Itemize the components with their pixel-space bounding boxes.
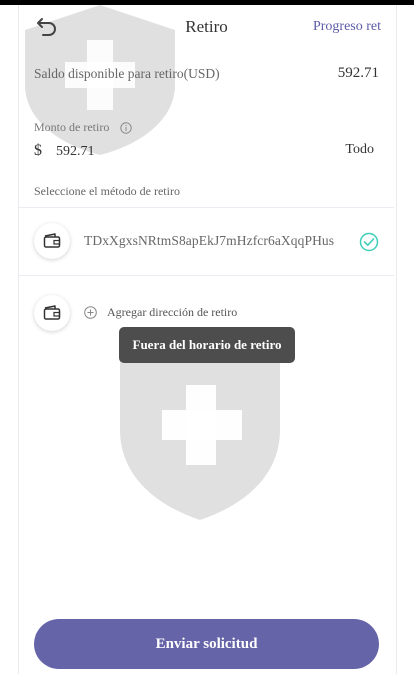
add-address-button[interactable]: Agregar dirección de retiro (84, 305, 237, 320)
withdrawal-progress-link[interactable]: Progreso ret (313, 19, 381, 35)
header: Retiro Progreso ret (18, 5, 395, 49)
amount-label-row: Monto de retiro (34, 120, 379, 135)
add-address-label: Agregar dirección de retiro (107, 305, 238, 319)
info-icon[interactable] (120, 122, 133, 134)
submit-request-button[interactable]: Enviar solicitud (34, 619, 379, 669)
amount-input[interactable] (54, 140, 258, 164)
withdraw-all-button[interactable]: Todo (345, 142, 374, 158)
wallet-icon (34, 295, 70, 331)
wallet-address: TDxXgxsNRtmS8apEkJ7mHzfcr6aXqqPHus (84, 233, 335, 248)
currency-symbol: $ (34, 142, 42, 159)
divider (19, 207, 394, 208)
balance-label: Saldo disponible para retiro(USD) (34, 66, 220, 81)
amount-label: Monto de retiro (34, 120, 110, 134)
toast-message: Fuera del horario de retiro (119, 327, 295, 363)
method-label: Seleccione el método de retiro (34, 184, 180, 198)
checkmark-circle-icon (359, 232, 379, 252)
divider (19, 275, 394, 276)
plus-circle-icon (84, 306, 97, 319)
wallet-icon (34, 223, 70, 259)
balance-value: 592.71 (337, 65, 379, 81)
